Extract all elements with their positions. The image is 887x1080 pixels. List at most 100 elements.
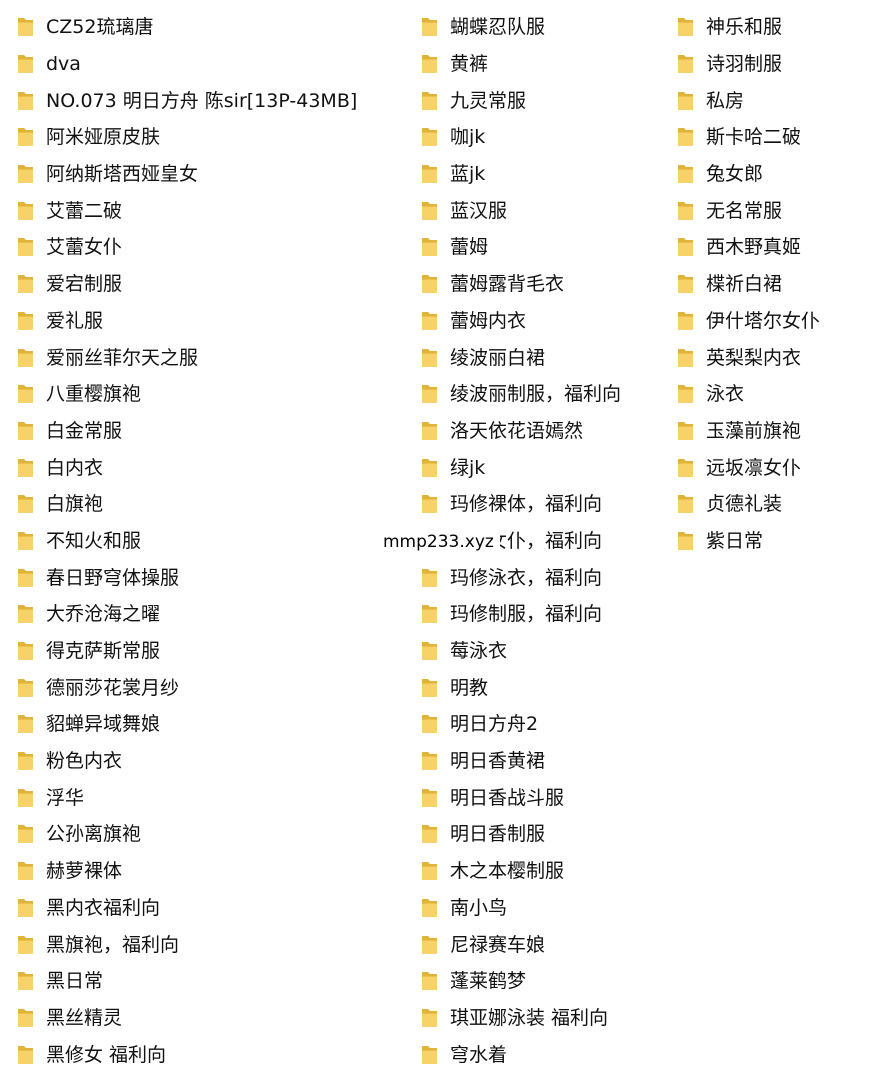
folder-item[interactable]: 黄裤 [420,46,670,83]
folder-item-label: 八重樱旗袍 [46,383,142,406]
folder-item[interactable]: 绫波丽制服，福利向 [420,376,670,413]
folder-item[interactable]: 玉藻前旗袍 [676,413,876,450]
folder-icon [16,897,36,919]
folder-item[interactable]: 公孙离旗袍 [16,816,411,853]
folder-item[interactable]: 蕾姆内衣 [420,303,670,340]
folder-item[interactable]: 伊什塔尔女仆 [676,303,876,340]
folder-item[interactable]: 爱宕制服 [16,266,411,303]
folder-item[interactable]: 白金常服 [16,413,411,450]
folder-item[interactable]: 莓泳衣 [420,633,670,670]
folder-item[interactable]: 南小鸟 [420,890,670,927]
folder-item[interactable]: 黑丝精灵 [16,1000,411,1037]
folder-item[interactable]: dva [16,46,411,83]
folder-item[interactable]: 紫日常 [676,523,876,560]
folder-item[interactable]: 粉色内衣 [16,743,411,780]
folder-item[interactable]: 明日方舟2 [420,706,670,743]
folder-item[interactable]: 赫萝裸体 [16,853,411,890]
folder-item[interactable]: 不知火和服 [16,523,411,560]
folder-item[interactable]: 蕾姆露背毛衣 [420,266,670,303]
folder-item[interactable]: 兔女郎 [676,156,876,193]
folder-icon [676,273,696,295]
folder-item[interactable]: 明日香黄裙 [420,743,670,780]
folder-item[interactable]: 黑日常 [16,963,411,1000]
folder-item[interactable]: 春日野穹体操服 [16,559,411,596]
folder-item[interactable]: 绫波丽白裙 [420,339,670,376]
folder-icon [420,567,440,589]
folder-item[interactable]: 八重樱旗袍 [16,376,411,413]
folder-item[interactable]: 明日香制服 [420,816,670,853]
folder-item[interactable]: 诗羽制服 [676,46,876,83]
folder-icon [16,53,36,75]
folder-item[interactable]: 木之本樱制服 [420,853,670,890]
folder-item[interactable]: 无名常服 [676,192,876,229]
folder-item[interactable]: 爱丽丝菲尔天之服 [16,339,411,376]
folder-item[interactable]: 神乐和服 [676,9,876,46]
folder-item[interactable]: 大乔沧海之曜 [16,596,411,633]
folder-item[interactable]: 明教 [420,669,670,706]
folder-icon [420,420,440,442]
folder-item-label: 德丽莎花裳月纱 [46,676,180,699]
folder-item[interactable]: 貂蝉异域舞娘 [16,706,411,743]
folder-item[interactable]: 楪祈白裙 [676,266,876,303]
folder-item[interactable]: 玛修泳衣，福利向 [420,559,670,596]
folder-item[interactable]: 琪亚娜泳装 福利向 [420,1000,670,1037]
folder-icon [420,1007,440,1029]
folder-icon [420,493,440,515]
folder-item[interactable]: 九灵常服 [420,82,670,119]
folder-icon [16,493,36,515]
folder-item[interactable]: CZ52琉璃唐 [16,9,411,46]
folder-item[interactable]: 私房 [676,82,876,119]
folder-item[interactable]: 穹水着 [420,1036,670,1073]
folder-item[interactable]: 阿纳斯塔西娅皇女 [16,156,411,193]
folder-item-label: 泳衣 [706,383,745,406]
folder-item[interactable]: 咖jk [420,119,670,156]
folder-item[interactable]: 明日香战斗服 [420,779,670,816]
folder-item[interactable]: 浮华 [16,779,411,816]
folder-icon [16,750,36,772]
folder-item[interactable]: 斯卡哈二破 [676,119,876,156]
folder-icon [16,860,36,882]
folder-item-label: 明日香黄裙 [450,750,546,773]
folder-item[interactable]: 黑旗袍，福利向 [16,926,411,963]
folder-item[interactable]: 洛天依花语嫣然 [420,413,670,450]
folder-item[interactable]: 白旗袍 [16,486,411,523]
folder-item-label: 黑修女 福利向 [46,1043,167,1066]
folder-item[interactable]: 爱礼服 [16,303,411,340]
folder-item[interactable]: 黑修女 福利向 [16,1036,411,1073]
folder-item[interactable]: 艾蕾女仆 [16,229,411,266]
folder-item-label: 黑旗袍，福利向 [46,933,180,956]
folder-item[interactable]: 蓝汉服 [420,192,670,229]
folder-item[interactable]: 蕾姆 [420,229,670,266]
folder-item-label: 玉藻前旗袍 [706,419,802,442]
folder-item[interactable]: 尼禄赛车娘 [420,926,670,963]
folder-item-label: 蕾姆露背毛衣 [450,273,565,296]
folder-icon [676,53,696,75]
folder-item[interactable]: 远坂凛女仆 [676,449,876,486]
folder-item-label: 得克萨斯常服 [46,640,161,663]
folder-item[interactable]: NO.073 明日方舟 陈sir[13P-43MB] [16,82,411,119]
folder-item[interactable]: 西木野真姬 [676,229,876,266]
folder-icon [16,163,36,185]
folder-item[interactable]: 艾蕾二破 [16,192,411,229]
folder-icon [420,677,440,699]
folder-item[interactable]: 贞德礼装 [676,486,876,523]
folder-item[interactable]: 蓬莱鹤梦 [420,963,670,1000]
folder-item[interactable]: 蝴蝶忍队服 [420,9,670,46]
folder-item[interactable]: 黑内衣福利向 [16,890,411,927]
folder-icon [16,603,36,625]
folder-item[interactable]: 阿米娅原皮肤 [16,119,411,156]
folder-item[interactable]: 玛修制服，福利向 [420,596,670,633]
folder-item[interactable]: 泳衣 [676,376,876,413]
folder-item-label: 大乔沧海之曜 [46,603,161,626]
folder-item[interactable]: 玛修裸体，福利向 [420,486,670,523]
folder-item[interactable]: 德丽莎花裳月纱 [16,669,411,706]
folder-item[interactable]: 绿jk [420,449,670,486]
folder-item-label: CZ52琉璃唐 [46,16,154,39]
folder-item-label: 阿纳斯塔西娅皇女 [46,163,199,186]
folder-item[interactable]: 英梨梨内衣 [676,339,876,376]
folder-item-label: 蕾姆内衣 [450,309,527,332]
folder-item[interactable]: 白内衣 [16,449,411,486]
folder-item[interactable]: 蓝jk [420,156,670,193]
folder-item-label: 艾蕾女仆 [46,236,123,259]
folder-item[interactable]: 得克萨斯常服 [16,633,411,670]
